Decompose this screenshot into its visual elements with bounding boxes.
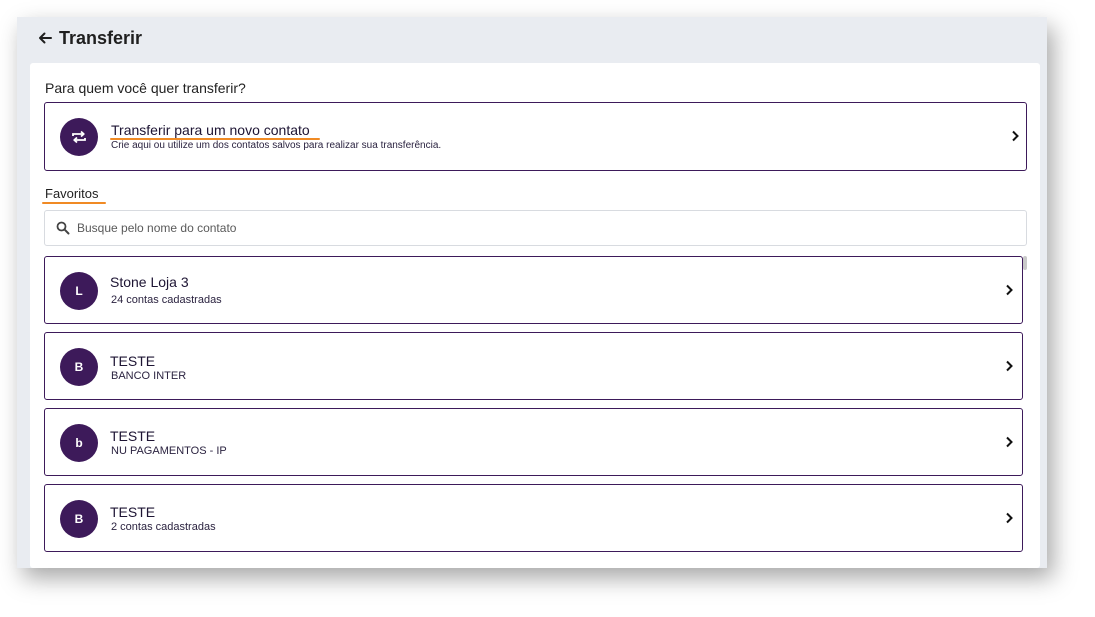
new-contact-subtitle: Crie aqui ou utilize um dos contatos sal…	[111, 140, 442, 151]
contact-detail: BANCO INTER	[111, 370, 187, 382]
transfer-question: Para quem você quer transferir?	[45, 80, 246, 96]
contact-item[interactable]: B TESTE 2 contas cadastradas	[44, 484, 1023, 552]
new-contact-button[interactable]: Transferir para um novo contato Crie aqu…	[44, 102, 1027, 171]
app-window: Transferir Para quem você quer transferi…	[17, 17, 1047, 568]
avatar: B	[60, 348, 98, 386]
favorites-label: Favoritos	[45, 186, 99, 201]
contact-name: TESTE	[110, 504, 156, 520]
contact-item[interactable]: b TESTE NU PAGAMENTOS - IP	[44, 408, 1023, 476]
chevron-right-icon	[1006, 436, 1013, 448]
contact-detail: 24 contas cadastradas	[111, 294, 222, 306]
chevron-right-icon	[1012, 130, 1019, 142]
avatar: B	[60, 500, 98, 538]
avatar: b	[60, 424, 98, 462]
contact-detail: NU PAGAMENTOS - IP	[111, 445, 227, 457]
contact-detail: 2 contas cadastradas	[111, 521, 216, 533]
contact-item[interactable]: B TESTE BANCO INTER	[44, 332, 1023, 400]
transfer-card: Para quem você quer transferir? Transfer…	[30, 63, 1040, 568]
new-contact-title: Transferir para um novo contato	[111, 122, 310, 138]
scrollbar[interactable]	[1023, 256, 1027, 270]
contact-item[interactable]: L Stone Loja 3 24 contas cadastradas	[44, 256, 1023, 324]
transfer-arrows-icon	[60, 118, 98, 156]
chevron-right-icon	[1006, 360, 1013, 372]
page-title: Transferir	[59, 27, 143, 48]
highlight-underline	[42, 202, 106, 204]
page-header: Transferir	[37, 23, 142, 53]
contact-name: TESTE	[110, 353, 156, 369]
avatar: L	[60, 272, 98, 310]
search-icon	[56, 221, 70, 235]
search-input[interactable]	[77, 211, 977, 245]
chevron-right-icon	[1006, 284, 1013, 296]
contact-name: Stone Loja 3	[110, 274, 189, 290]
arrow-left-icon[interactable]	[37, 30, 53, 46]
contact-name: TESTE	[110, 428, 156, 444]
chevron-right-icon	[1006, 512, 1013, 524]
search-box	[44, 210, 1027, 246]
